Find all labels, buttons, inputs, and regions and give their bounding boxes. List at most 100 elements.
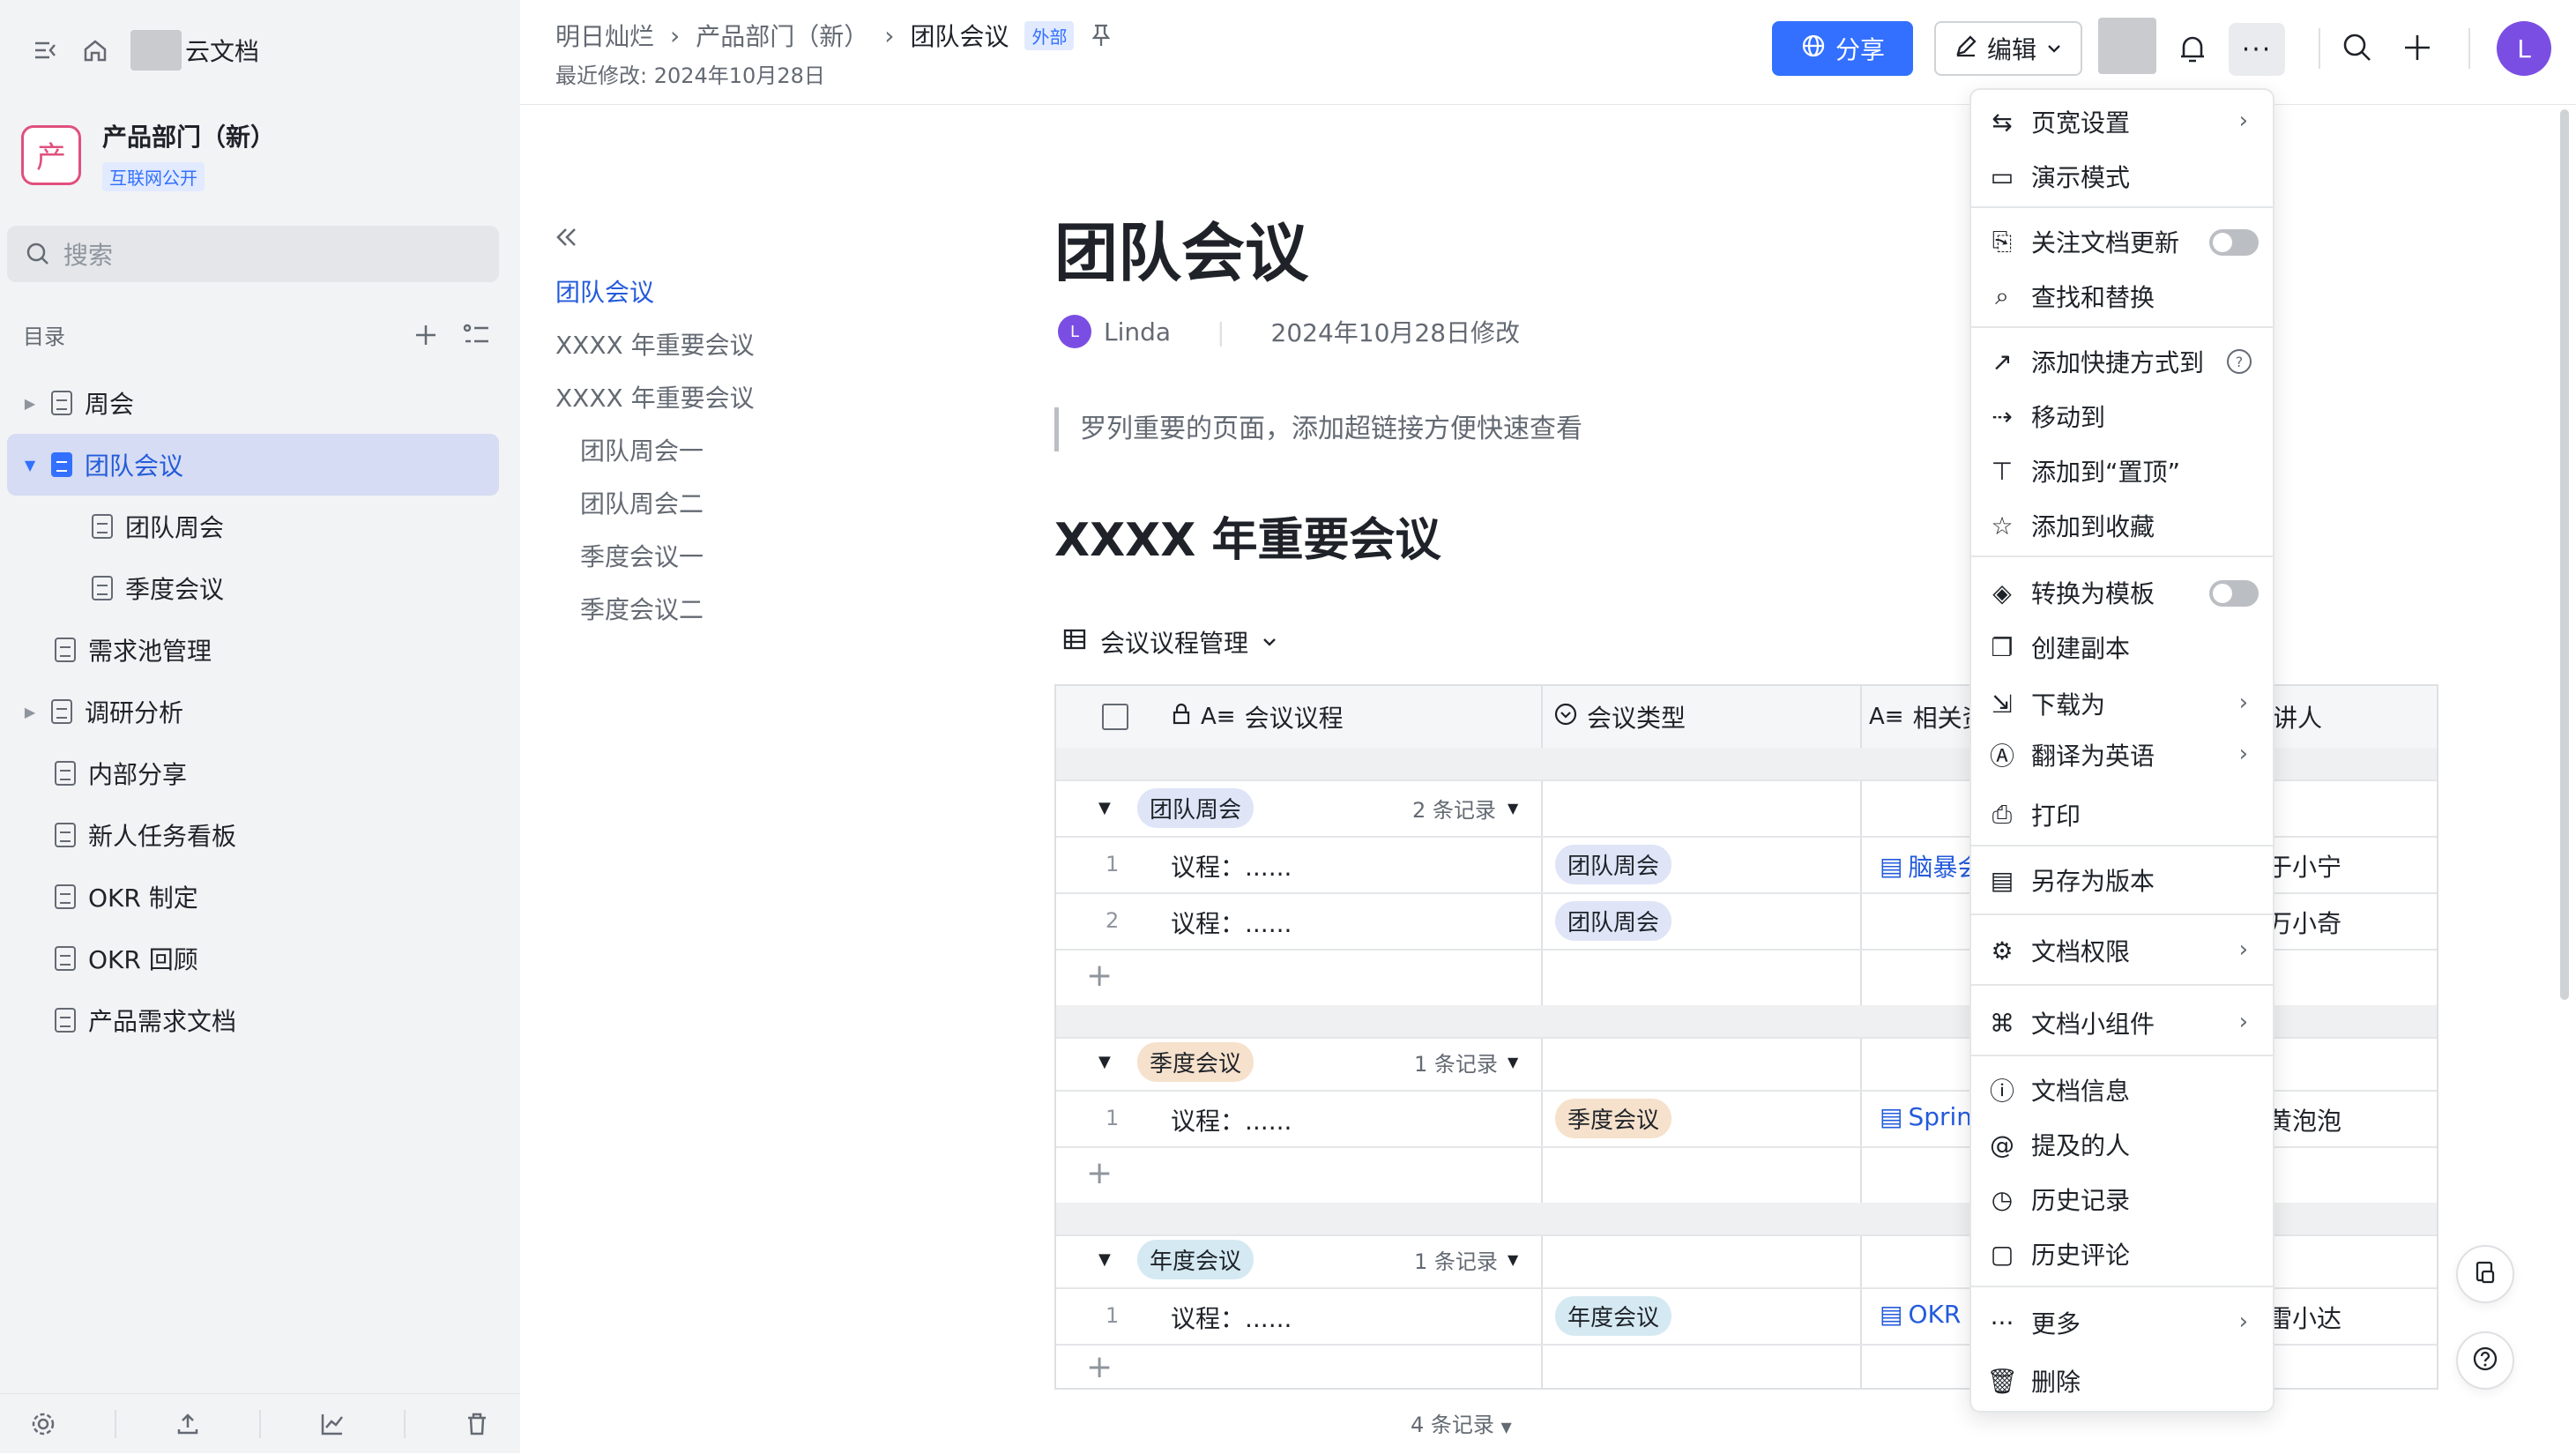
speaker-cell[interactable]: 万小奇 bbox=[2267, 905, 2341, 940]
author-name[interactable]: Linda bbox=[1104, 317, 1171, 347]
outline-item[interactable]: 团队周会二 bbox=[555, 476, 820, 529]
outline-item[interactable]: XXXX 年重要会议 bbox=[555, 317, 820, 370]
document-title[interactable]: 团队会议 bbox=[1054, 201, 1308, 294]
menu-item-comment-history[interactable]: ▢ 历史评论 bbox=[1989, 1229, 2259, 1279]
help-icon[interactable]: ? bbox=[2227, 349, 2252, 374]
edit-mode-button[interactable]: 编辑 bbox=[1934, 21, 2082, 76]
menu-item-shortcut[interactable]: ↗ 添加快捷方式到? bbox=[1989, 337, 2259, 386]
count-dropdown-icon[interactable]: ▼ bbox=[1508, 1054, 1518, 1070]
notification-bell-icon[interactable] bbox=[2178, 32, 2207, 69]
tree-item-quarterly[interactable]: 季度会议 bbox=[7, 557, 499, 619]
menu-item-print[interactable]: ⎙ 打印 bbox=[1989, 790, 2259, 839]
quote-block[interactable]: 罗列重要的页面，添加超链接方便快速查看 bbox=[1054, 407, 1582, 451]
column-header-type[interactable]: 会议类型 bbox=[1553, 686, 1686, 748]
menu-item-duplicate[interactable]: ❐ 创建副本 bbox=[1989, 623, 2259, 672]
agenda-cell[interactable]: 议程：...... bbox=[1171, 1300, 1292, 1335]
agenda-cell[interactable]: 议程：...... bbox=[1171, 1102, 1292, 1137]
column-header-agenda[interactable]: A≡ 会议议程 bbox=[1171, 686, 1344, 748]
menu-item-pin[interactable]: ⊤ 添加到“置顶” bbox=[1989, 446, 2259, 496]
workspace-name[interactable]: 云文档 bbox=[185, 33, 259, 68]
menu-item-widgets[interactable]: ⌘ 文档小组件 › bbox=[1989, 998, 2259, 1048]
type-tag[interactable]: 季度会议 bbox=[1555, 1099, 1672, 1138]
home-icon[interactable] bbox=[81, 36, 109, 64]
collapse-arrow-icon[interactable]: ▼ bbox=[21, 457, 39, 473]
outline-item[interactable]: 团队周会一 bbox=[555, 423, 820, 476]
doc-widget-button[interactable] bbox=[2456, 1245, 2514, 1303]
speaker-cell[interactable]: 黄泡泡 bbox=[2267, 1102, 2341, 1137]
collapse-outline-icon[interactable] bbox=[552, 222, 582, 256]
sidebar-search[interactable]: 搜索 bbox=[7, 226, 499, 282]
collapse-group-icon[interactable]: ▼ bbox=[1098, 1053, 1111, 1071]
collapse-sidebar-icon[interactable] bbox=[32, 36, 60, 64]
menu-item-history[interactable]: ◷ 历史记录 bbox=[1989, 1174, 2259, 1224]
pin-icon[interactable] bbox=[1090, 23, 1113, 48]
menu-item-info[interactable]: ⓘ 文档信息 bbox=[1989, 1065, 2259, 1115]
tree-item-okr-plan[interactable]: OKR 制定 bbox=[7, 866, 499, 928]
share-export-icon[interactable] bbox=[174, 1410, 202, 1438]
menu-item-follow[interactable]: ⎘ 关注文档更新 bbox=[1989, 217, 2259, 266]
outline-item[interactable]: 季度会议二 bbox=[555, 582, 820, 635]
tree-item-team-meeting[interactable]: ▼ 团队会议 bbox=[7, 434, 499, 496]
user-avatar[interactable]: L bbox=[2497, 21, 2551, 76]
outline-item[interactable]: 季度会议一 bbox=[555, 529, 820, 582]
section-heading[interactable]: XXXX 年重要会议 bbox=[1054, 503, 1441, 569]
search-icon[interactable] bbox=[2341, 32, 2373, 67]
column-header-speaker[interactable]: 讲人 bbox=[2273, 686, 2322, 748]
doc-link[interactable]: ▤ OKR bbox=[1880, 1300, 1961, 1329]
collapse-group-icon[interactable]: ▼ bbox=[1098, 1250, 1111, 1269]
tree-item-requirements[interactable]: 需求池管理 bbox=[7, 619, 499, 681]
menu-item-favorite[interactable]: ☆ 添加到收藏 bbox=[1989, 501, 2259, 550]
trash-icon[interactable] bbox=[463, 1410, 491, 1438]
menu-item-find-replace[interactable]: ⌕ 查找和替换 bbox=[1989, 272, 2259, 321]
menu-item-translate[interactable]: Ⓐ 翻译为英语 › bbox=[1989, 730, 2259, 779]
outline-item[interactable]: 团队会议 bbox=[555, 265, 820, 317]
tree-item-weekly[interactable]: ▶ 周会 bbox=[7, 372, 499, 434]
select-all-checkbox[interactable] bbox=[1102, 686, 1128, 748]
table-view-selector[interactable]: 会议议程管理 bbox=[1061, 624, 1278, 660]
table-total-count[interactable]: 4 条记录 ▼ bbox=[1411, 1407, 1512, 1438]
menu-item-download[interactable]: ⇲ 下载为 › bbox=[1989, 679, 2259, 728]
agenda-cell[interactable]: 议程：...... bbox=[1171, 905, 1292, 940]
menu-item-save-version[interactable]: ▤ 另存为版本 bbox=[1989, 855, 2259, 905]
menu-item-delete[interactable]: 🗑 删除 bbox=[1986, 1356, 2259, 1406]
agenda-cell[interactable]: 议程：...... bbox=[1171, 848, 1292, 884]
speaker-cell[interactable]: 雷小达 bbox=[2267, 1300, 2341, 1335]
type-tag[interactable]: 团队周会 bbox=[1555, 901, 1672, 941]
expand-arrow-icon[interactable]: ▶ bbox=[21, 704, 39, 720]
menu-item-page-width[interactable]: ⇆ 页宽设置 › bbox=[1989, 97, 2259, 146]
author-avatar[interactable]: L bbox=[1058, 315, 1091, 348]
tree-item-internal-share[interactable]: 内部分享 bbox=[7, 742, 499, 804]
menu-item-permissions[interactable]: ⚙ 文档权限 › bbox=[1989, 926, 2259, 975]
template-toggle[interactable] bbox=[2209, 580, 2259, 607]
outline-item[interactable]: XXXX 年重要会议 bbox=[555, 370, 820, 423]
type-tag[interactable]: 年度会议 bbox=[1555, 1296, 1672, 1336]
count-dropdown-icon[interactable]: ▼ bbox=[1508, 800, 1518, 816]
count-dropdown-icon[interactable]: ▼ bbox=[1508, 1251, 1518, 1268]
add-icon[interactable] bbox=[413, 322, 439, 348]
user-thumbnail[interactable] bbox=[2098, 18, 2156, 74]
tree-item-team-weekly[interactable]: 团队周会 bbox=[7, 496, 499, 557]
tree-item-okr-review[interactable]: OKR 回顾 bbox=[7, 928, 499, 989]
add-icon[interactable] bbox=[2401, 32, 2433, 67]
analytics-chart-icon[interactable] bbox=[318, 1410, 346, 1438]
type-tag[interactable]: 团队周会 bbox=[1555, 845, 1672, 884]
menu-item-presentation[interactable]: ▭ 演示模式 bbox=[1989, 152, 2259, 201]
speaker-cell[interactable]: 于小宁 bbox=[2267, 848, 2341, 884]
menu-item-move[interactable]: ⇢ 移动到 bbox=[1989, 391, 2259, 441]
follow-toggle[interactable] bbox=[2209, 229, 2259, 256]
collapse-group-icon[interactable]: ▼ bbox=[1098, 799, 1111, 817]
menu-item-template[interactable]: ◈ 转换为模板 bbox=[1989, 568, 2259, 617]
tree-item-research[interactable]: ▶ 调研分析 bbox=[7, 681, 499, 742]
menu-item-mentions[interactable]: @ 提及的人 bbox=[1989, 1120, 2259, 1169]
list-settings-icon[interactable] bbox=[462, 322, 490, 348]
share-button[interactable]: 分享 bbox=[1772, 21, 1913, 76]
tree-item-onboarding[interactable]: 新人任务看板 bbox=[7, 804, 499, 866]
doc-link[interactable]: ▤ Sprin bbox=[1880, 1102, 1972, 1131]
doc-link[interactable]: ▤ 脑暴会 bbox=[1880, 848, 1982, 884]
tree-item-prd[interactable]: 产品需求文档 bbox=[7, 989, 499, 1051]
breadcrumb-item[interactable]: 明日灿烂 bbox=[555, 18, 654, 53]
space-card[interactable]: 产 产品部门（新） 互联网公开 bbox=[21, 118, 275, 191]
breadcrumb-item[interactable]: 产品部门（新） bbox=[696, 18, 868, 53]
scrollbar[interactable] bbox=[2560, 109, 2569, 1000]
menu-item-more[interactable]: ··· 更多 › bbox=[1989, 1298, 2259, 1347]
